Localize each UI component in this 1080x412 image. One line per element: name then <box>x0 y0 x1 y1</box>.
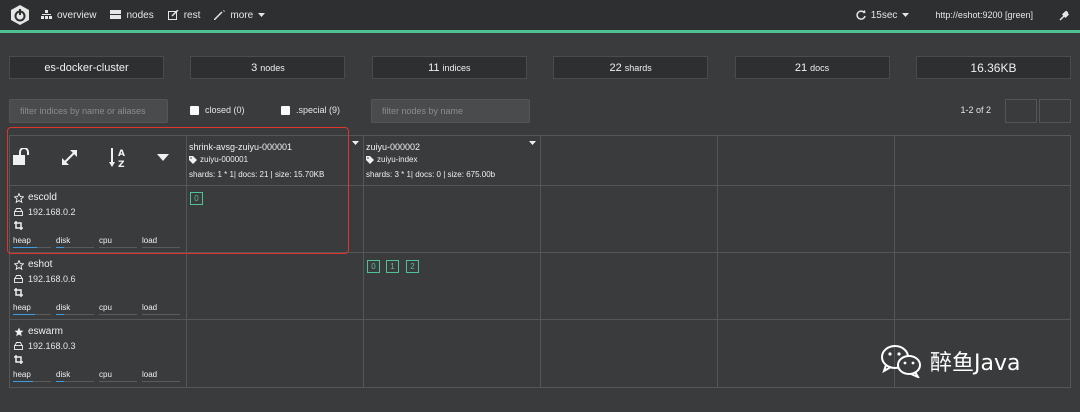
shards-count: 22 <box>609 61 622 74</box>
nodes-count-label: nodes <box>260 62 285 73</box>
special-checkbox-box[interactable] <box>281 105 290 115</box>
node-name[interactable]: eswarm <box>14 326 63 337</box>
node-ip: 192.168.0.6 <box>14 274 76 284</box>
nav-overview-label: overview <box>57 9 97 21</box>
closed-checkbox-label: closed (0) <box>205 105 245 115</box>
stat-nodes: 3 nodes <box>190 56 346 79</box>
nav-nodes[interactable]: nodes <box>110 9 154 21</box>
indices-count: 11 <box>428 61 440 74</box>
metric-heap: heap <box>13 370 31 379</box>
node-ip-label: 192.168.0.3 <box>28 341 76 351</box>
nav-nodes-label: nodes <box>126 9 154 21</box>
filter-indices-input[interactable]: filter indices by name or aliases <box>9 99 168 123</box>
top-navbar: overview nodes rest more 15sec http://es… <box>0 0 1080 30</box>
index-name[interactable]: zuiyu-000002 <box>366 142 420 152</box>
refresh-icon <box>856 10 866 20</box>
cluster-host-status[interactable]: http://eshot:9200 [green] <box>935 10 1033 20</box>
index-alias-label: zuiyu-index <box>377 155 418 164</box>
caret-down-icon <box>902 12 910 17</box>
closed-checkbox-box[interactable] <box>190 105 199 115</box>
hdd-icon <box>14 342 23 350</box>
indices-count-label: indices <box>442 62 471 73</box>
filter-bar: filter indices by name or aliases closed… <box>9 99 1071 123</box>
filter-nodes-placeholder: filter nodes by name <box>382 106 464 116</box>
docs-count-label: docs <box>810 62 830 73</box>
node-metrics: heap disk cpu load <box>13 303 183 315</box>
shard-primary[interactable]: 2 <box>406 260 419 273</box>
total-size: 16.36KB <box>970 60 1017 75</box>
metric-heap: heap <box>13 303 31 312</box>
node-row-eshot: eshot 192.168.0.6 heap disk cpu load <box>9 252 186 319</box>
stat-docs: 21 docs <box>734 56 890 79</box>
sitemap-icon <box>41 10 52 19</box>
edit-icon <box>167 10 179 20</box>
watermark-text: 醉鱼Java <box>930 351 1021 376</box>
server-icon <box>110 10 122 19</box>
node-name-label: eshot <box>28 259 53 270</box>
metric-load: load <box>142 370 158 379</box>
shards-count-label: shards <box>624 62 652 73</box>
hdd-icon <box>14 275 23 283</box>
stat-indices: 11 indices <box>371 56 527 79</box>
metric-disk: disk <box>56 303 71 312</box>
tag-icon <box>366 155 374 164</box>
caret-down-icon[interactable] <box>529 141 536 146</box>
metric-disk: disk <box>56 370 71 379</box>
watermark: 醉鱼Java <box>880 344 1020 378</box>
node-name-label: eswarm <box>28 326 64 337</box>
special-indices-checkbox[interactable]: .special (9) <box>281 105 340 115</box>
disconnect-plug-icon[interactable] <box>1059 10 1070 21</box>
index-alias: zuiyu-index <box>366 155 417 164</box>
wechat-icon <box>881 345 921 378</box>
node-ip-label: 192.168.0.6 <box>28 274 76 284</box>
caret-down-icon <box>258 12 266 17</box>
nav-more-label: more <box>230 9 254 21</box>
filter-indices-placeholder: filter indices by name or aliases <box>20 106 146 116</box>
next-page-button[interactable] <box>1039 99 1071 123</box>
stat-shards: 22 shards <box>553 56 709 79</box>
shard-primary[interactable]: 0 <box>367 260 380 273</box>
crop-icon <box>14 355 23 364</box>
node-metrics: heap disk cpu load <box>13 370 183 382</box>
caret-down-icon[interactable] <box>352 141 359 146</box>
nav-rest-label: rest <box>183 9 201 21</box>
refresh-interval-dropdown[interactable]: 15sec <box>856 10 910 21</box>
metric-cpu: cpu <box>99 303 112 312</box>
nav-overview[interactable]: overview <box>41 10 96 21</box>
metric-cpu: cpu <box>99 370 112 379</box>
closed-indices-checkbox[interactable]: closed (0) <box>190 105 245 115</box>
cluster-health-bar <box>0 30 1080 33</box>
crop-icon <box>14 288 23 297</box>
docs-count: 21 <box>794 61 808 74</box>
index-stats: shards: 3 * 1| docs: 0 | size: 675.00b <box>366 170 496 179</box>
special-checkbox-label: .special (9) <box>296 105 341 115</box>
nav-more-dropdown[interactable]: more <box>214 9 266 21</box>
star-filled-icon <box>14 327 24 336</box>
metric-load: load <box>142 303 158 312</box>
highlight-annotation <box>7 127 349 254</box>
node-row-eswarm: eswarm 192.168.0.3 heap disk cpu load <box>9 319 186 387</box>
index-header[interactable]: zuiyu-000002 zuiyu-index shards: 3 * 1| … <box>363 135 540 185</box>
node-name[interactable]: eshot <box>14 259 52 270</box>
cluster-name: es-docker-cluster <box>44 61 129 74</box>
node-ip: 192.168.0.3 <box>14 341 76 351</box>
filter-nodes-input[interactable]: filter nodes by name <box>371 99 530 123</box>
refresh-interval-label: 15sec <box>870 9 898 21</box>
shard-primary[interactable]: 1 <box>386 260 399 273</box>
pagination-info: 1-2 of 2 <box>960 105 991 115</box>
nodes-count: 3 <box>251 61 258 74</box>
stat-size: 16.36KB <box>915 56 1071 79</box>
cerebro-logo-icon[interactable] <box>9 4 31 26</box>
cluster-stats: es-docker-cluster 3 nodes 11 indices 22 … <box>9 56 1071 79</box>
prev-page-button[interactable] <box>1005 99 1037 123</box>
nav-rest[interactable]: rest <box>167 9 201 21</box>
wand-icon <box>214 10 226 20</box>
star-outline-icon <box>14 259 24 270</box>
stat-cluster-name: es-docker-cluster <box>9 56 164 79</box>
